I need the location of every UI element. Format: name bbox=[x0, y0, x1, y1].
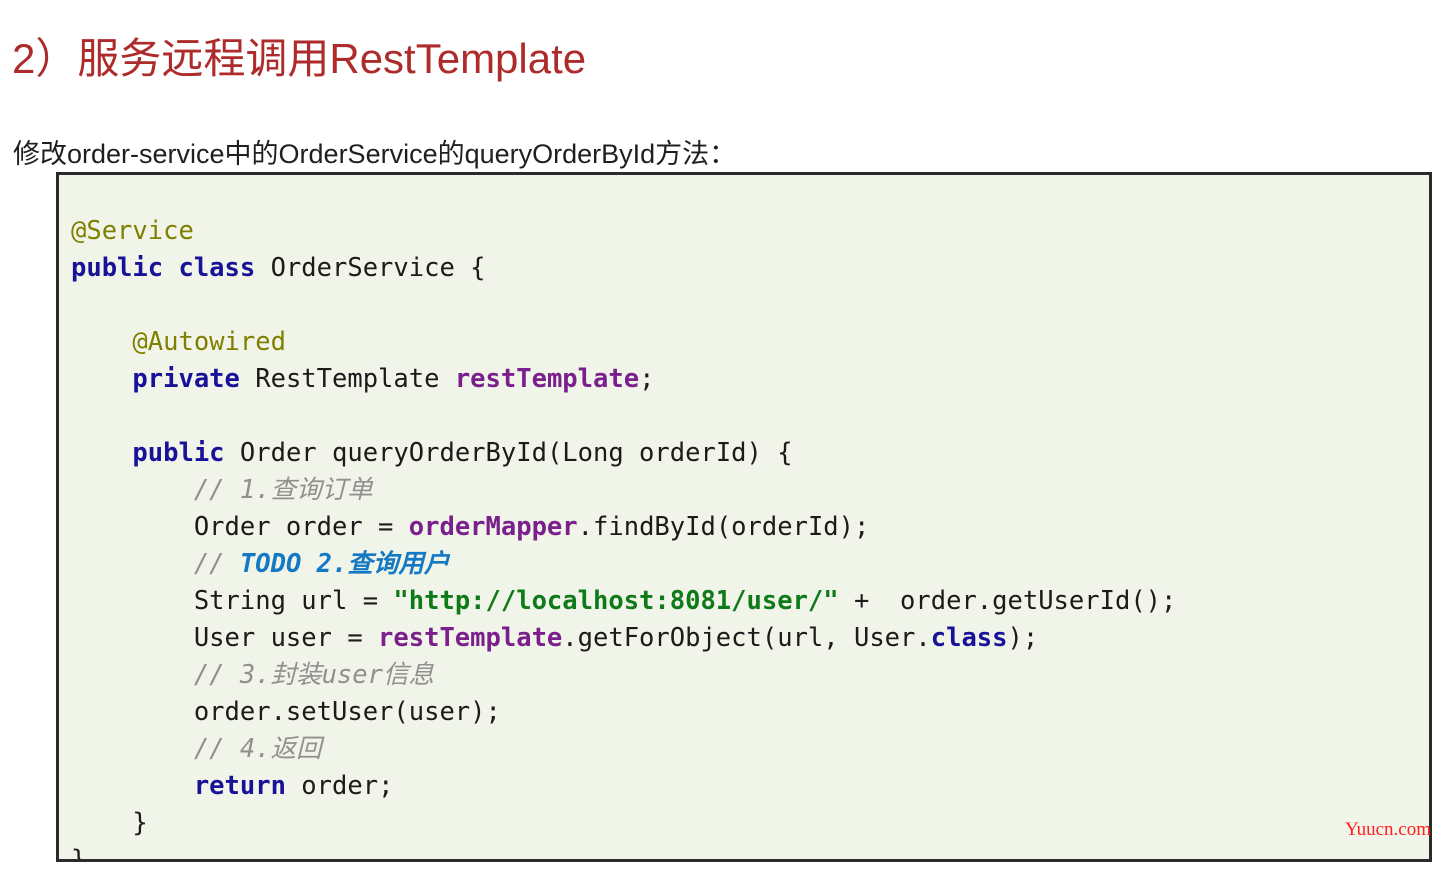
watermark: Yuucn.com bbox=[1344, 819, 1431, 840]
code-line: @Service bbox=[71, 213, 1176, 250]
code-token-comment: // 1.查询订单 bbox=[71, 474, 373, 505]
code-block: @Service public class OrderService { @Aut… bbox=[56, 172, 1432, 862]
code-token-plain: RestTemplate bbox=[239, 363, 455, 394]
code-token-plain: Order order = bbox=[71, 511, 409, 542]
code-line: return order; bbox=[71, 768, 1176, 805]
code-token-kw: public bbox=[132, 437, 225, 468]
code-token-comment: // 3.封装user信息 bbox=[71, 659, 434, 690]
code-token-field: restTemplate bbox=[378, 622, 563, 653]
code-token-plain: String url = bbox=[71, 585, 394, 616]
code-token-plain: + order.getUserId(); bbox=[838, 585, 1177, 616]
code-token-kw: private bbox=[132, 363, 240, 394]
code-token-plain: Order queryOrderById(Long orderId) { bbox=[224, 437, 793, 468]
page-title: 2）服务远程调用RestTemplate bbox=[12, 35, 587, 83]
code-token-field: orderMapper bbox=[408, 511, 578, 542]
code-line: @Autowired bbox=[71, 324, 1176, 361]
code-line: Order order = orderMapper.findById(order… bbox=[71, 509, 1176, 546]
code-line: // 3.封装user信息 bbox=[71, 657, 1176, 694]
code-token-kw: class bbox=[930, 622, 1008, 653]
code-line: public Order queryOrderById(Long orderId… bbox=[71, 435, 1176, 472]
code-token-plain: OrderService { bbox=[255, 252, 486, 283]
code-token-plain: order; bbox=[285, 770, 394, 801]
code-token-plain: .findById(orderId); bbox=[577, 511, 870, 542]
code-line: User user = restTemplate.getForObject(ur… bbox=[71, 620, 1176, 657]
instruction-text: 修改order-service中的OrderService的queryOrder… bbox=[13, 139, 737, 169]
code-token-anno: @Service bbox=[71, 215, 194, 246]
code-line: } bbox=[71, 842, 1176, 862]
code-token-anno: @Autowired bbox=[71, 326, 286, 357]
code-token-plain: User user = bbox=[71, 622, 379, 653]
code-token-plain: ; bbox=[639, 363, 655, 394]
code-line: String url = "http://localhost:8081/user… bbox=[71, 583, 1177, 620]
code-token-todo: TODO 2.查询用户 bbox=[239, 548, 450, 579]
code-line: public class OrderService { bbox=[71, 250, 1176, 287]
code-line: // 1.查询订单 bbox=[71, 472, 1176, 509]
code-line: // TODO 2.查询用户 bbox=[71, 546, 1176, 583]
code-content: @Service public class OrderService { @Aut… bbox=[59, 201, 1177, 862]
slide-page: 2）服务远程调用RestTemplate 修改order-service中的Or… bbox=[0, 0, 1449, 879]
code-token-plain: } bbox=[71, 807, 148, 838]
code-token-comment: // 4.返回 bbox=[71, 733, 322, 764]
code-token-kw: public class bbox=[71, 252, 256, 283]
code-line: order.setUser(user); bbox=[71, 694, 1176, 731]
code-token-plain: order.setUser(user); bbox=[71, 696, 501, 727]
code-token-kw: return bbox=[193, 770, 286, 801]
code-token-plain: ); bbox=[1007, 622, 1039, 653]
code-line: } bbox=[71, 805, 1176, 842]
code-token-comment: // bbox=[71, 548, 240, 579]
code-lines: @Service public class OrderService { @Aut… bbox=[71, 213, 1177, 862]
code-token-plain: .getForObject(url, User. bbox=[562, 622, 931, 653]
code-line: private RestTemplate restTemplate; bbox=[71, 361, 1176, 398]
code-token-field: restTemplate bbox=[454, 363, 640, 394]
code-token-plain: } bbox=[71, 844, 87, 862]
code-line: // 4.返回 bbox=[71, 731, 1176, 768]
code-token-str: "http://localhost:8081/user/" bbox=[393, 585, 839, 616]
